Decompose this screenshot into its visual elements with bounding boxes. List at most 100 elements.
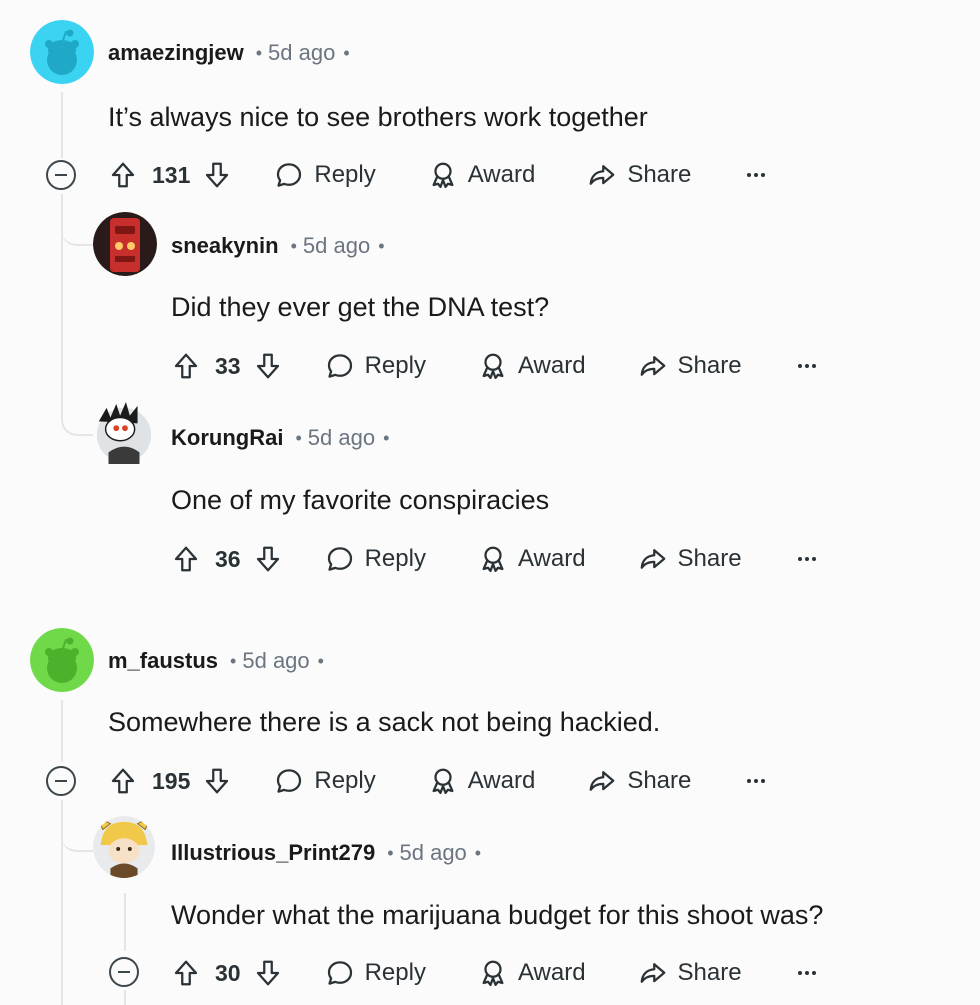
timestamp[interactable]: 5d ago (268, 40, 335, 66)
thread-line[interactable] (61, 700, 63, 762)
share-label: Share (627, 161, 692, 188)
downvote-icon (202, 160, 232, 190)
collapse-button[interactable] (46, 766, 76, 796)
more-options-button[interactable] (797, 971, 816, 975)
upvote-button[interactable] (108, 766, 138, 796)
separator-dot: • (387, 842, 394, 863)
award-icon (478, 351, 508, 381)
comment-text: Wonder what the marijuana budget for thi… (171, 900, 824, 930)
comment-bubble-icon (325, 958, 355, 988)
avatar[interactable] (30, 628, 94, 692)
upvote-icon (171, 544, 201, 574)
share-button[interactable]: Share (587, 766, 691, 796)
downvote-button[interactable] (202, 766, 232, 796)
upvote-button[interactable] (108, 160, 138, 190)
reply-button[interactable]: Reply (274, 160, 376, 190)
separator-dot: • (230, 650, 237, 671)
reply-label: Reply (364, 545, 426, 572)
username[interactable]: m_faustus (108, 648, 218, 674)
collapse-button[interactable] (109, 957, 139, 987)
reply-label: Reply (314, 161, 376, 188)
more-options-button[interactable] (747, 173, 766, 177)
reply-button[interactable]: Reply (325, 351, 426, 381)
reply-label: Reply (364, 352, 426, 379)
username[interactable]: amaezingjew (108, 40, 244, 66)
upvote-button[interactable] (171, 351, 201, 381)
award-button[interactable]: Award (428, 766, 536, 796)
comment-bubble-icon (325, 351, 355, 381)
share-button[interactable]: Share (638, 958, 742, 988)
vote-score: 131 (152, 161, 191, 188)
downvote-button[interactable] (253, 958, 283, 988)
award-button[interactable]: Award (428, 160, 536, 190)
vote-score: 30 (215, 959, 241, 986)
share-label: Share (677, 959, 742, 986)
upvote-icon (171, 958, 201, 988)
share-icon (587, 160, 617, 190)
comment-actions: 131 Reply Award Share (108, 155, 766, 195)
downvote-icon (253, 544, 283, 574)
downvote-button[interactable] (253, 351, 283, 381)
avatar[interactable] (93, 816, 155, 878)
downvote-icon (253, 958, 283, 988)
comment-thread: amaezingjew • 5d ago • It’s always nice … (0, 0, 980, 1005)
award-label: Award (517, 959, 586, 986)
award-label: Award (467, 161, 536, 188)
share-label: Share (677, 545, 742, 572)
more-options-button[interactable] (747, 779, 766, 783)
avatar[interactable] (30, 20, 94, 84)
share-button[interactable]: Share (638, 351, 742, 381)
more-options-button[interactable] (797, 364, 816, 368)
username[interactable]: KorungRai (171, 425, 283, 451)
comment-bubble-icon (274, 160, 304, 190)
award-button[interactable]: Award (478, 958, 586, 988)
username[interactable]: sneakynin (171, 233, 279, 259)
share-button[interactable]: Share (638, 544, 742, 574)
reply-button[interactable]: Reply (274, 766, 376, 796)
separator-dot: • (474, 842, 482, 863)
avatar[interactable] (93, 212, 157, 276)
comment-text: It’s always nice to see brothers work to… (108, 102, 648, 132)
thread-line[interactable] (124, 893, 126, 951)
downvote-button[interactable] (202, 160, 232, 190)
downvote-button[interactable] (253, 544, 283, 574)
share-label: Share (677, 352, 742, 379)
vote-score: 33 (215, 352, 241, 379)
character-avatar-icon (93, 816, 155, 878)
award-label: Award (467, 767, 536, 794)
thread-line[interactable] (124, 990, 126, 1005)
timestamp[interactable]: 5d ago (242, 648, 309, 674)
reply-button[interactable]: Reply (325, 544, 426, 574)
reply-button[interactable]: Reply (325, 958, 426, 988)
share-icon (638, 544, 668, 574)
upvote-icon (171, 351, 201, 381)
award-button[interactable]: Award (478, 544, 586, 574)
more-options-button[interactable] (797, 557, 816, 561)
thread-line[interactable] (61, 92, 63, 158)
timestamp[interactable]: 5d ago (308, 425, 375, 451)
comment-meta: amaezingjew • 5d ago • (108, 40, 350, 66)
timestamp[interactable]: 5d ago (400, 840, 467, 866)
avatar[interactable] (93, 402, 155, 464)
comment-text: One of my favorite conspiracies (171, 485, 550, 515)
comment-meta: m_faustus • 5d ago • (108, 648, 324, 674)
timestamp[interactable]: 5d ago (303, 233, 370, 259)
upvote-button[interactable] (171, 544, 201, 574)
comment-bubble-icon (325, 544, 355, 574)
separator-dot: • (343, 42, 350, 63)
share-button[interactable]: Share (587, 160, 691, 190)
comment-meta: KorungRai • 5d ago • (171, 425, 389, 451)
upvote-button[interactable] (171, 958, 201, 988)
downvote-icon (253, 351, 283, 381)
character-avatar-icon (96, 402, 152, 464)
comment-meta: sneakynin • 5d ago • (171, 233, 385, 259)
comment-actions: 30 Reply Award Share (171, 953, 816, 993)
vote-score: 195 (152, 767, 191, 794)
award-label: Award (517, 545, 586, 572)
collapse-button[interactable] (46, 160, 76, 190)
username[interactable]: Illustrious_Print279 (171, 840, 375, 866)
award-button[interactable]: Award (478, 351, 586, 381)
upvote-icon (108, 766, 138, 796)
share-icon (638, 351, 668, 381)
vote-score: 36 (215, 545, 241, 572)
